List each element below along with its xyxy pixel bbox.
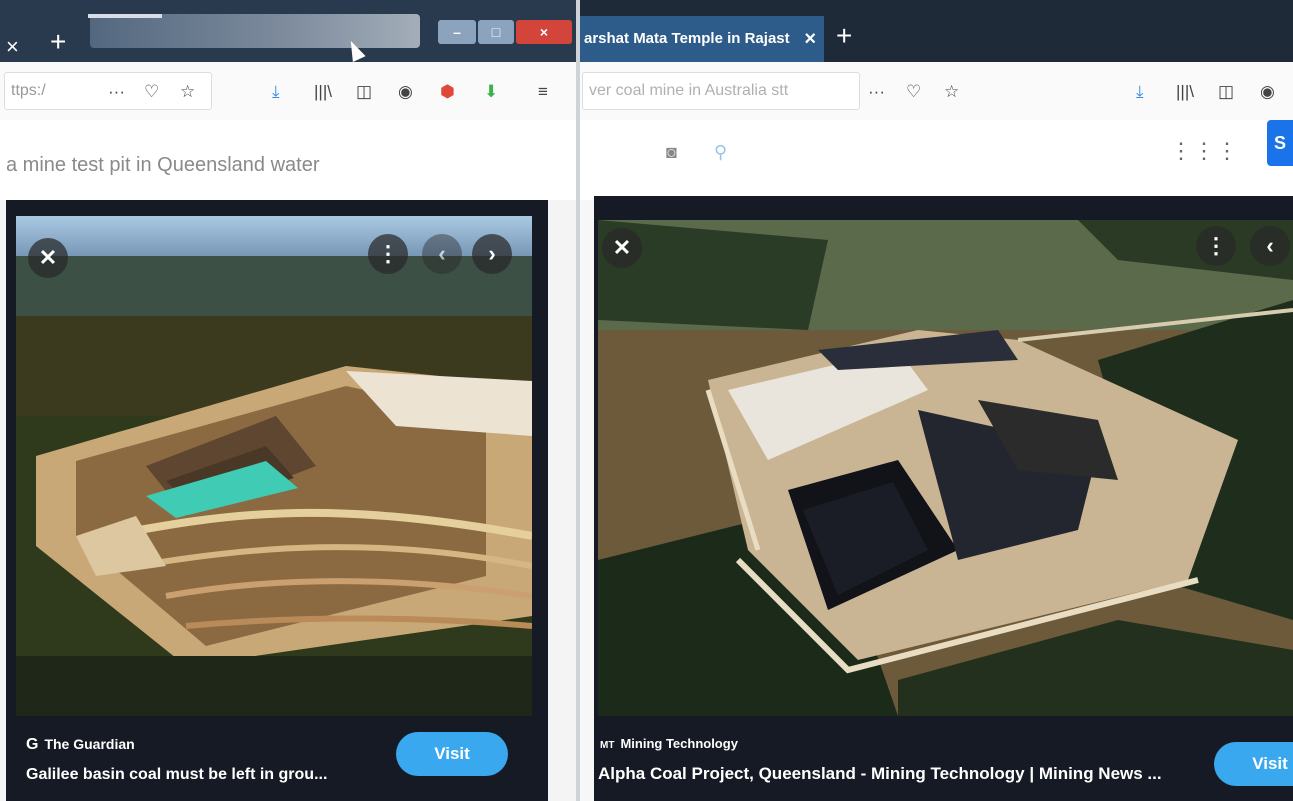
url-bar[interactable]: ver coal mine in Australia stt	[582, 72, 860, 110]
source-name: Mining Technology	[620, 736, 738, 751]
minimize-button[interactable]: –	[438, 20, 476, 44]
image-preview-panel: ✕ ⋮ ‹ MT Mining Technology Alpha Coal Pro…	[594, 196, 1293, 801]
url-text: ttps:/	[11, 82, 46, 99]
close-window-button[interactable]: ×	[516, 20, 572, 44]
camera-icon[interactable]: ◙	[666, 142, 677, 163]
url-text: ver coal mine in Australia stt	[589, 82, 789, 99]
mining-technology-logo-icon: MT	[600, 740, 615, 751]
active-tab[interactable]: arshat Mata Temple in Rajast ×	[580, 16, 824, 62]
source-label: MT Mining Technology	[600, 736, 738, 751]
image-caption[interactable]: Alpha Coal Project, Queensland - Mining …	[598, 764, 1162, 784]
ublock-icon[interactable]: ⬢	[440, 82, 455, 102]
sidebar-icon[interactable]: ◫	[356, 82, 372, 102]
next-image-icon[interactable]: ›	[472, 234, 512, 274]
right-nav-toolbar: ver coal mine in Australia stt ··· ♡ ☆ ⤓…	[580, 62, 1293, 121]
tab-indicator	[88, 14, 162, 18]
download-alt-icon[interactable]: ⬇	[484, 82, 498, 102]
left-tab-bar: × + – □ ×	[0, 0, 578, 63]
tab-close-icon[interactable]: ×	[6, 34, 19, 60]
image-preview-panel: ✕ ⋮ ‹ › G The Guardian Galilee basin coal…	[6, 200, 548, 801]
download-icon[interactable]: ⤓	[272, 82, 280, 102]
left-browser-window: × + – □ × ttps:/ ··· ♡ ☆ ⤓ |||\ ◫ ◉ ⬢ ⬇ …	[0, 0, 578, 801]
tab[interactable]	[90, 14, 420, 48]
right-browser-window: arshat Mata Temple in Rajast × + ver coa…	[580, 0, 1293, 801]
more-icon[interactable]: ···	[868, 82, 885, 102]
previous-image-icon[interactable]: ‹	[1250, 226, 1290, 266]
tab-title: arshat Mata Temple in Rajast	[584, 30, 790, 47]
sign-in-button[interactable]: S	[1267, 120, 1293, 166]
pocket-icon[interactable]: ♡	[906, 82, 921, 102]
more-icon[interactable]: ···	[108, 82, 125, 102]
apps-grid-icon[interactable]: ⋮⋮⋮	[1170, 138, 1239, 164]
search-area: a mine test pit in Queensland water	[0, 120, 578, 200]
sync-icon[interactable]: ≡	[538, 82, 548, 102]
source-name: The Guardian	[44, 736, 135, 752]
download-icon[interactable]: ⤓	[1136, 82, 1144, 102]
account-icon[interactable]: ◉	[1260, 82, 1275, 102]
previous-image-icon[interactable]: ‹	[422, 234, 462, 274]
more-options-icon[interactable]: ⋮	[1196, 226, 1236, 266]
right-tab-bar: arshat Mata Temple in Rajast × +	[580, 0, 1293, 62]
image-caption[interactable]: Galilee basin coal must be left in grou.…	[26, 766, 327, 784]
new-tab-button[interactable]: +	[50, 26, 66, 58]
search-input[interactable]: a mine test pit in Queensland water	[6, 154, 320, 177]
account-icon[interactable]: ◉	[398, 82, 413, 102]
more-options-icon[interactable]: ⋮	[368, 234, 408, 274]
preview-image[interactable]	[598, 220, 1293, 716]
close-preview-icon[interactable]: ✕	[602, 228, 642, 268]
maximize-button[interactable]: □	[478, 20, 514, 44]
visit-button[interactable]: Visit	[396, 732, 508, 776]
new-tab-button[interactable]: +	[836, 20, 852, 52]
visit-button[interactable]: Visit	[1214, 742, 1293, 786]
pocket-icon[interactable]: ♡	[144, 82, 159, 102]
tab-close-icon[interactable]: ×	[804, 16, 816, 62]
close-preview-icon[interactable]: ✕	[28, 238, 68, 278]
source-label: G The Guardian	[26, 736, 135, 754]
star-icon[interactable]: ☆	[944, 82, 959, 102]
search-icon[interactable]: ⚲	[714, 142, 727, 163]
search-area: ◙ ⚲ ⋮⋮⋮ S	[580, 120, 1293, 200]
guardian-logo-icon: G	[26, 736, 39, 753]
library-icon[interactable]: |||\	[1176, 82, 1194, 102]
preview-image[interactable]	[16, 216, 532, 716]
left-nav-toolbar: ttps:/ ··· ♡ ☆ ⤓ |||\ ◫ ◉ ⬢ ⬇ ≡	[0, 62, 578, 121]
library-icon[interactable]: |||\	[314, 82, 332, 102]
star-icon[interactable]: ☆	[180, 82, 195, 102]
sidebar-icon[interactable]: ◫	[1218, 82, 1234, 102]
